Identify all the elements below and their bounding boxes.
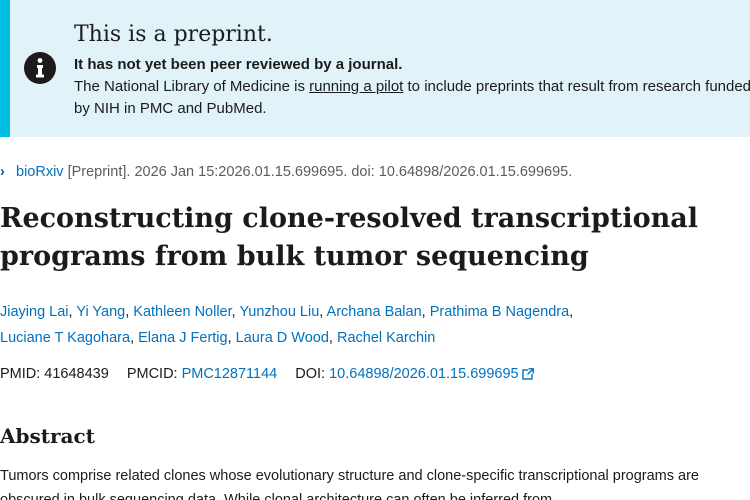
- banner-title: This is a preprint.: [74, 22, 273, 47]
- doi-label: DOI:: [295, 366, 326, 382]
- author-link[interactable]: Laura D Wood: [236, 330, 329, 346]
- author-link[interactable]: Kathleen Noller: [133, 304, 231, 320]
- article-title: Reconstructing clone-resolved transcript…: [0, 203, 698, 272]
- author-link[interactable]: Jiaying Lai: [0, 304, 69, 320]
- author-link[interactable]: Prathima B Nagendra: [430, 304, 569, 320]
- external-link-icon[interactable]: [521, 368, 534, 380]
- chevron-right-icon[interactable]: ›: [0, 162, 16, 182]
- citation-details: [Preprint]. 2026 Jan 15:2026.01.15.69969…: [63, 164, 573, 180]
- author-link[interactable]: Rachel Karchin: [337, 330, 435, 346]
- abstract-heading: Abstract: [0, 424, 95, 448]
- banner-content: This is a preprint. It has not yet been …: [74, 20, 750, 120]
- citation-source-link[interactable]: bioRxiv: [16, 164, 64, 180]
- author-link[interactable]: Archana Balan: [327, 304, 422, 320]
- banner-peer-review-note: It has not yet been peer reviewed by a j…: [74, 56, 403, 73]
- preprint-notice-banner: This is a preprint. It has not yet been …: [0, 0, 750, 137]
- citation-line: › bioRxiv [Preprint]. 2026 Jan 15:2026.01…: [0, 162, 572, 182]
- banner-body: The National Library of Medicine is runn…: [74, 76, 750, 120]
- pmcid-link[interactable]: PMC12871144: [182, 366, 278, 382]
- article-identifiers: PMID: 41648439 PMCID: PMC12871144 DOI: 10.6…: [0, 363, 534, 385]
- pmid-value: 41648439: [44, 366, 109, 382]
- author-link[interactable]: Elana J Fertig: [138, 330, 227, 346]
- pmid-label: PMID:: [0, 366, 41, 382]
- author-link[interactable]: Yunzhou Liu: [239, 304, 319, 320]
- author-link[interactable]: Luciane T Kagohara: [0, 330, 130, 346]
- info-icon: [24, 52, 56, 84]
- abstract-text: Tumors comprise related clones whose evo…: [0, 468, 699, 500]
- running-a-pilot-link[interactable]: running a pilot: [309, 78, 403, 95]
- author-link[interactable]: Yi Yang: [76, 304, 125, 320]
- pmcid-label: PMCID:: [126, 366, 178, 382]
- author-list: Jiaying Lai, Yi Yang, Kathleen Noller, Y…: [0, 304, 574, 346]
- doi-link[interactable]: 10.64898/2026.01.15.699695: [329, 366, 519, 382]
- banner-body-text: The National Library of Medicine is: [74, 78, 310, 95]
